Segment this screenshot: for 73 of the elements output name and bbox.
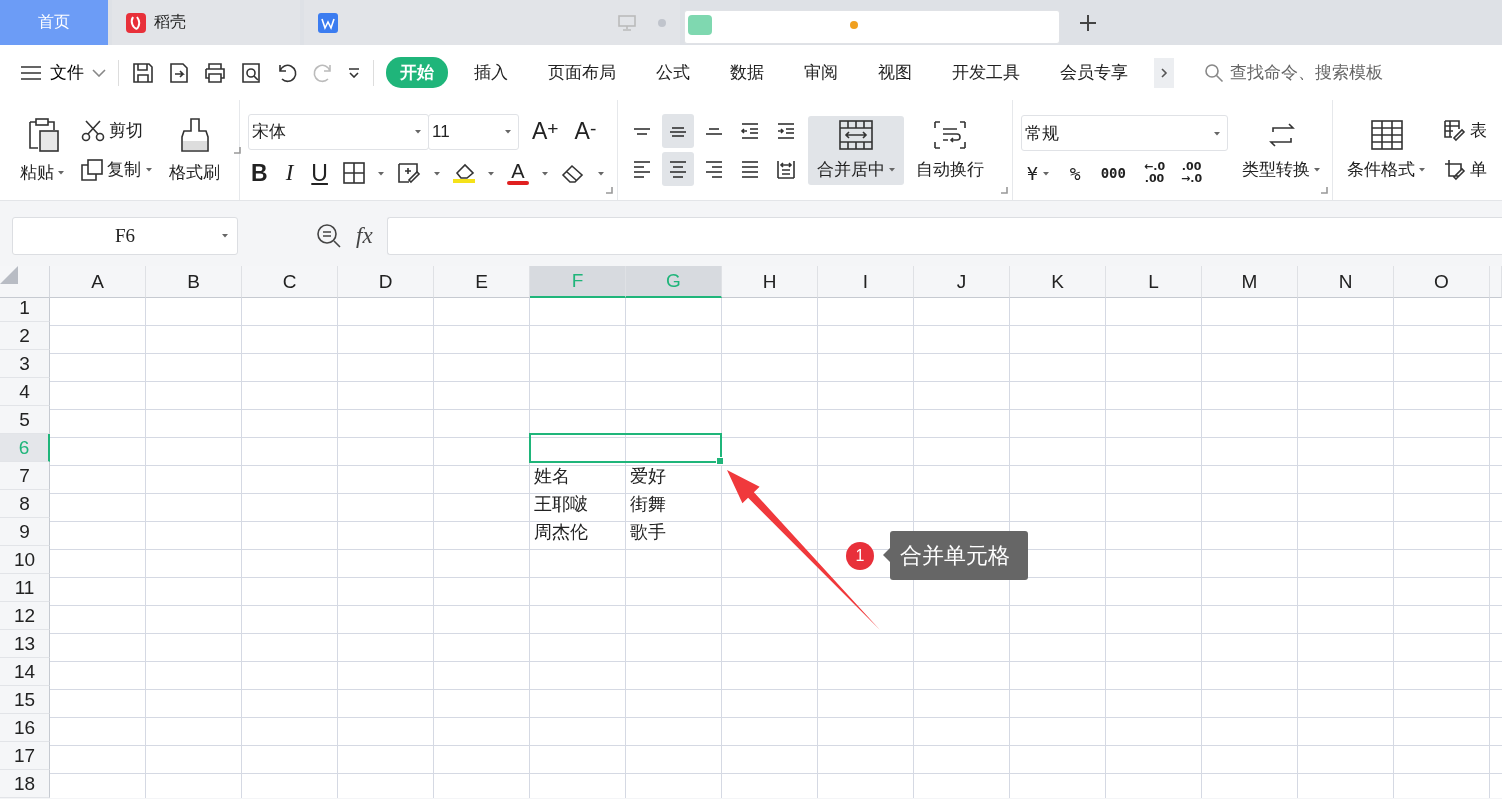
row-header[interactable]: 11 — [0, 574, 50, 602]
row-header[interactable]: 17 — [0, 742, 50, 770]
row-header[interactable]: 2 — [0, 322, 50, 350]
column-header[interactable]: B — [146, 266, 242, 298]
table-cell-text: 周杰伦 — [533, 520, 589, 544]
table-cell-text: 姓名 — [533, 464, 571, 488]
column-header[interactable]: N — [1298, 266, 1394, 298]
thousands-button[interactable]: 000 — [1094, 165, 1132, 181]
column-header[interactable]: D — [338, 266, 434, 298]
row-header[interactable]: 8 — [0, 490, 50, 518]
row-header[interactable]: 5 — [0, 406, 50, 434]
column-header[interactable]: M — [1202, 266, 1298, 298]
tab[interactable]: 稻壳 — [112, 0, 300, 45]
column-header[interactable]: E — [434, 266, 530, 298]
file-menu[interactable]: 文件 — [20, 61, 106, 84]
row-header[interactable]: 10 — [0, 546, 50, 574]
ribbon-tab[interactable]: 会员专享 — [1046, 57, 1142, 88]
cut-button[interactable]: 剪切 — [79, 117, 155, 144]
ribbon-tab[interactable]: 数据 — [716, 57, 778, 88]
column-header[interactable]: O — [1394, 266, 1490, 298]
row-header[interactable]: 16 — [0, 714, 50, 742]
row-header[interactable]: 13 — [0, 630, 50, 658]
font-size-select[interactable]: 11 — [428, 113, 519, 150]
row-header[interactable]: 9 — [0, 518, 50, 546]
currency-button[interactable]: ¥ — [1021, 162, 1056, 184]
table-cell-text: 街舞 — [629, 492, 667, 516]
ribbon-tab[interactable]: 插入 — [460, 57, 522, 88]
bold-button[interactable]: B — [248, 159, 271, 187]
font-color-button[interactable]: A — [506, 161, 529, 185]
table-cell-text: 爱好 — [629, 464, 667, 488]
copy-button[interactable]: 复制 — [79, 156, 155, 183]
wrap-text-button[interactable]: 自动换行 — [910, 115, 990, 185]
underline-button[interactable]: U — [308, 159, 331, 187]
row-header[interactable]: 3 — [0, 350, 50, 378]
cell-style-button[interactable]: 单 — [1442, 156, 1489, 183]
ribbon-tab[interactable]: 审阅 — [790, 57, 852, 88]
search-field[interactable]: 查找命令、搜索模板 — [1204, 61, 1383, 84]
row-header[interactable]: 7 — [0, 462, 50, 490]
decrease-font-button[interactable]: A$^{-}$ — [571, 118, 600, 145]
number-format-select[interactable]: 常规 — [1021, 115, 1228, 152]
ribbon-tab[interactable]: 开发工具 — [938, 57, 1034, 88]
percent-button[interactable]: % — [1063, 162, 1087, 184]
font-family-select[interactable]: 宋体 — [248, 113, 429, 150]
paste-button[interactable]: 粘贴 — [14, 112, 71, 188]
column-header[interactable]: J — [914, 266, 1010, 298]
convert-type-button[interactable]: 类型转换 — [1236, 115, 1327, 185]
format-painter-button[interactable]: 格式刷 — [163, 112, 226, 188]
ribbon-tab[interactable]: 公式 — [642, 57, 704, 88]
increase-decimal-button[interactable]: ←.0 .00 — [1140, 161, 1170, 185]
name-box[interactable]: F6 — [12, 217, 238, 255]
callout-label: 合并单元格 — [890, 531, 1028, 580]
row-header[interactable]: 12 — [0, 602, 50, 630]
italic-button[interactable]: I — [282, 160, 297, 186]
column-header[interactable]: H — [722, 266, 818, 298]
column-header[interactable]: C — [242, 266, 338, 298]
column-header[interactable]: L — [1106, 266, 1202, 298]
conditional-format-button[interactable]: 条件格式 — [1341, 115, 1432, 185]
ribbon-tab[interactable]: 视图 — [864, 57, 926, 88]
decrease-decimal-button[interactable]: .00 →.0 — [1177, 161, 1207, 185]
row-header[interactable]: 14 — [0, 658, 50, 686]
column-header[interactable]: K — [1010, 266, 1106, 298]
table-style-button[interactable]: 表 — [1442, 117, 1489, 144]
ribbon-tab[interactable]: 页面布局 — [534, 57, 630, 88]
increase-font-button[interactable]: A$^{+}$ — [529, 118, 562, 145]
function-label[interactable]: fx — [356, 223, 373, 249]
column-header[interactable]: A — [50, 266, 146, 298]
column-header[interactable]: I — [818, 266, 914, 298]
table-cell-text: 王耶啵 — [533, 492, 589, 516]
table-cell-text: 歌手 — [629, 520, 667, 544]
row-header[interactable]: 15 — [0, 686, 50, 714]
merge-center-button[interactable]: 合并居中 — [808, 115, 904, 185]
row-header[interactable]: 4 — [0, 378, 50, 406]
row-header[interactable]: 18 — [0, 770, 50, 798]
